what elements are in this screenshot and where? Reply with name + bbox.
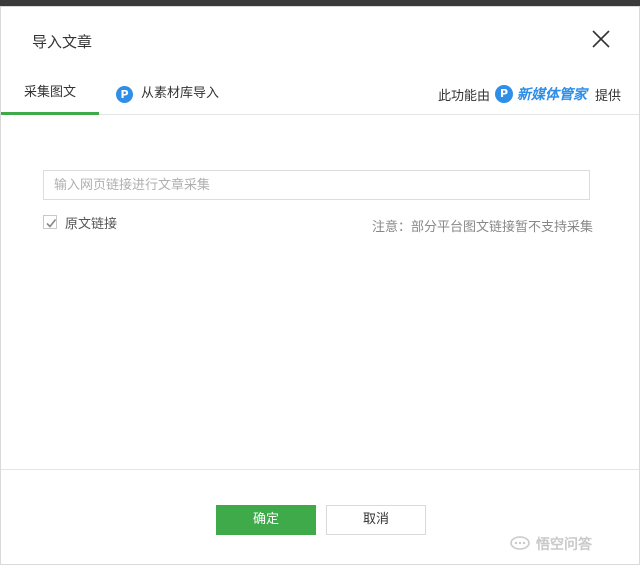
original-link-checkbox[interactable]: 原文链接 [43, 213, 118, 232]
watermark-text: 悟空问答 [536, 537, 592, 553]
checkmark-icon [46, 219, 57, 228]
watermark: 悟空问答 [510, 533, 592, 555]
close-button[interactable] [589, 27, 613, 51]
powered-by-prefix: 此功能由 [437, 88, 490, 104]
checkbox-box[interactable] [43, 215, 57, 229]
tab-collect-article[interactable]: 采集图文 [1, 73, 99, 115]
brand-name: 新媒体管家 [516, 87, 587, 103]
url-input[interactable] [43, 170, 590, 200]
powered-by: 此功能由 P 新媒体管家 提供 [438, 73, 621, 115]
close-icon [592, 30, 610, 48]
tab-bar: 采集图文 P 从素材库导入 此功能由 P 新媒体管家 提供 [1, 73, 639, 115]
import-article-dialog: 导入文章 采集图文 P 从素材库导入 此功能由 P 新媒体管家 提供 输入网页链… [0, 6, 640, 565]
original-link-label: 原文链接 [65, 216, 118, 232]
footer-divider [1, 469, 639, 470]
dialog-title: 导入文章 [32, 33, 93, 51]
brand-p-icon: P [494, 85, 513, 103]
tab-library-label: 从素材库导入 [141, 86, 220, 101]
brand-logo[interactable]: P 新媒体管家 [494, 84, 587, 104]
cancel-button[interactable]: 取消 [326, 505, 426, 535]
speech-bubble-icon [510, 536, 530, 550]
confirm-button[interactable]: 确定 [216, 505, 316, 535]
library-p-icon: P [116, 85, 133, 103]
tab-collect-label: 采集图文 [23, 84, 76, 100]
powered-by-suffix: 提供 [594, 88, 621, 104]
support-note: 注意：部分平台图文链接暂不支持采集 [371, 220, 593, 235]
tab-import-from-library[interactable]: P 从素材库导入 [116, 73, 219, 115]
